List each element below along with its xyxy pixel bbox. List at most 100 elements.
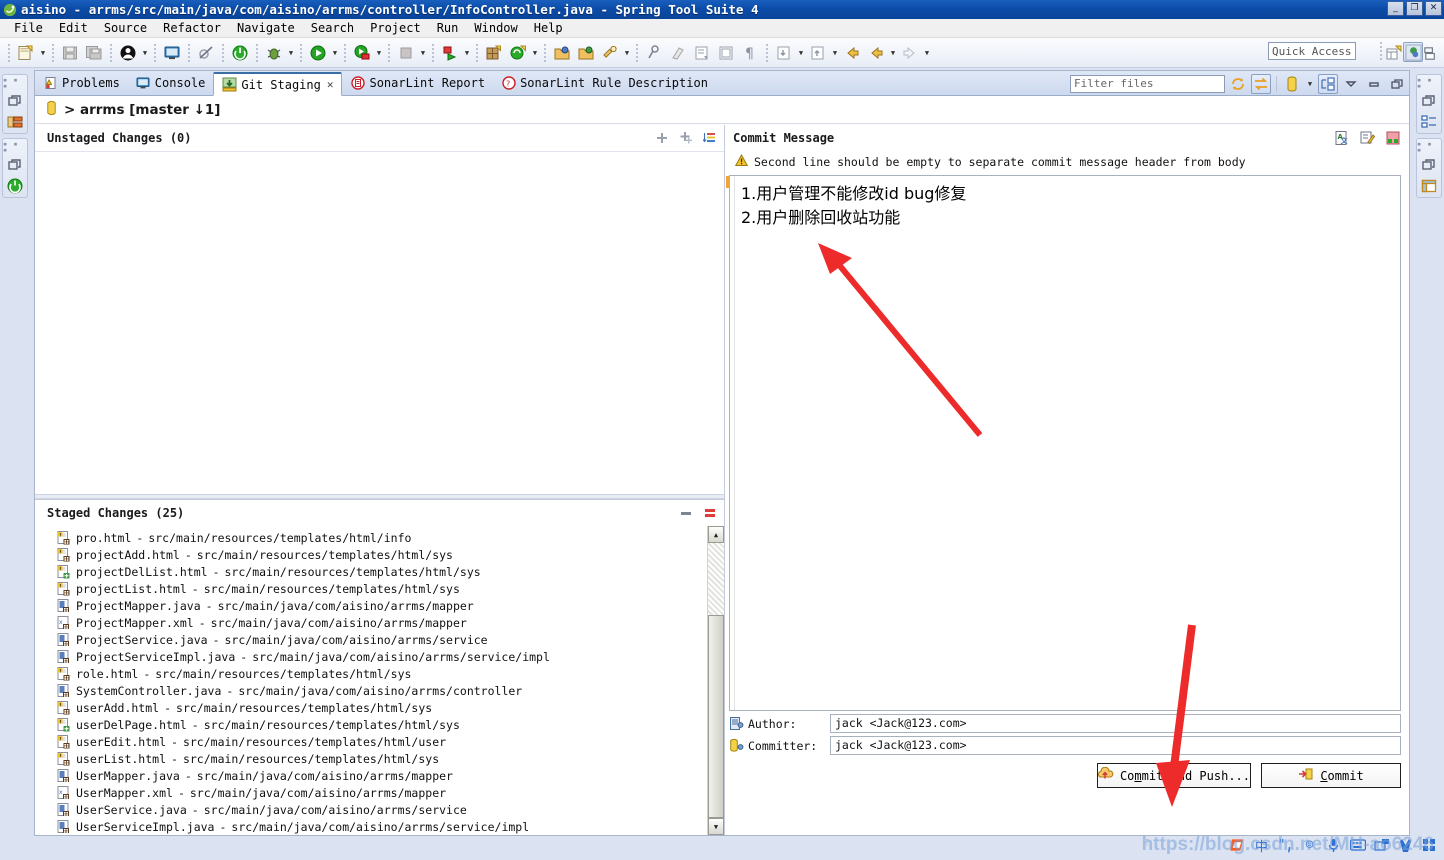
run-dropdown-icon[interactable]: ▼ xyxy=(330,42,340,64)
staged-file-row[interactable]: userList.html - src/main/resources/templat… xyxy=(35,750,707,767)
staged-changes-list[interactable]: pro.html - src/main/resources/templates/ht… xyxy=(35,526,724,835)
stage-icon[interactable] xyxy=(652,128,672,148)
new-package-icon[interactable] xyxy=(483,42,505,64)
tab-sonarlint-report[interactable]: SonarLint Report xyxy=(342,71,493,95)
view-menu-icon[interactable] xyxy=(1341,74,1361,94)
staged-file-row[interactable]: userAdd.html - src/main/resources/template… xyxy=(35,699,707,716)
tab-sonarlint-rule-description[interactable]: ? SonarLint Rule Description xyxy=(493,71,716,95)
spellcheck-icon[interactable]: A 文 xyxy=(1331,128,1351,148)
user-icon[interactable] xyxy=(117,42,139,64)
maximize-icon[interactable] xyxy=(1387,74,1407,94)
back-icon[interactable] xyxy=(841,42,863,64)
stop-dropdown-icon[interactable]: ▼ xyxy=(418,42,428,64)
staged-file-row[interactable]: projectList.html - src/main/resources/temp… xyxy=(35,580,707,597)
staged-file-row[interactable]: ProjectServiceImpl.java - src/main/java/co… xyxy=(35,648,707,665)
backward-dropdown-icon[interactable]: ▼ xyxy=(888,42,898,64)
menu-refactor[interactable]: Refactor xyxy=(155,20,229,36)
ime-voice-icon[interactable] xyxy=(1325,837,1342,854)
drag-handle-dots[interactable]: ▪ ▪ ▪ xyxy=(3,141,27,154)
forward-edit-icon[interactable] xyxy=(807,42,829,64)
outline-icon[interactable] xyxy=(1420,113,1438,131)
repository-icon[interactable] xyxy=(1282,74,1302,94)
skip-breakpoints-icon[interactable] xyxy=(195,42,217,64)
staged-file-row[interactable]: UserMapper.java - src/main/java/com/aisino… xyxy=(35,767,707,784)
debug-dropdown-icon[interactable]: ▼ xyxy=(286,42,296,64)
staged-file-row[interactable]: role.html - src/main/resources/templates/h… xyxy=(35,665,707,682)
new-file-icon[interactable] xyxy=(15,42,37,64)
unstaged-changes-list[interactable] xyxy=(35,151,724,494)
external-tools-dropdown-icon[interactable]: ▼ xyxy=(462,42,472,64)
staged-file-row[interactable]: userEdit.html - src/main/resources/templat… xyxy=(35,733,707,750)
staged-file-row[interactable]: UserService.java - src/main/java/com/aisin… xyxy=(35,801,707,818)
staged-file-row[interactable]: SystemController.java - src/main/java/com/… xyxy=(35,682,707,699)
commit-button[interactable]: Commit xyxy=(1261,763,1401,788)
refresh-icon[interactable] xyxy=(1228,74,1248,94)
sign-off-icon[interactable] xyxy=(1357,128,1377,148)
commit-message-editor[interactable]: 1.用户管理不能修改id bug修复 2.用户删除回收站功能 xyxy=(726,175,1401,711)
chevron-down-icon[interactable]: ▼ xyxy=(1305,73,1315,95)
menu-file[interactable]: File xyxy=(6,20,51,36)
user-dropdown-icon[interactable]: ▼ xyxy=(140,42,150,64)
close-icon[interactable]: ✕ xyxy=(327,78,334,91)
staged-file-row[interactable]: pro.html - src/main/resources/templates/ht… xyxy=(35,529,707,546)
tab-console[interactable]: Console xyxy=(128,71,214,95)
new-window-icon[interactable] xyxy=(1383,42,1405,64)
staged-file-row[interactable]: UserServiceImpl.java - src/main/java/com/a… xyxy=(35,818,707,835)
menu-help[interactable]: Help xyxy=(526,20,571,36)
menu-edit[interactable]: Edit xyxy=(51,20,96,36)
scroll-up-button[interactable]: ▲ xyxy=(708,526,724,543)
commit-and-push-button[interactable]: Commit and Push... xyxy=(1096,763,1251,788)
menu-search[interactable]: Search xyxy=(303,20,362,36)
last-edit-icon[interactable] xyxy=(773,42,795,64)
search-icon[interactable] xyxy=(599,42,621,64)
new-element-icon[interactable] xyxy=(507,42,529,64)
forward-dropdown-icon[interactable]: ▼ xyxy=(922,42,932,64)
staged-file-row[interactable]: x ProjectMapper.xml - src/main/java/com/ais… xyxy=(35,614,707,631)
run-server-icon[interactable] xyxy=(351,42,373,64)
unstage-icon[interactable] xyxy=(676,503,696,523)
staged-file-row[interactable]: projectDelList.html - src/main/resources/t… xyxy=(35,563,707,580)
ime-skin-icon[interactable] xyxy=(1397,837,1414,854)
drag-handle-dots[interactable]: ▪ ▪ ▪ xyxy=(1417,141,1441,154)
minimize-icon[interactable] xyxy=(1364,74,1384,94)
ime-punctuation-icon[interactable]: "̦, xyxy=(1277,837,1294,854)
terminate-icon[interactable] xyxy=(229,42,251,64)
stage-all-icon[interactable] xyxy=(676,128,696,148)
menu-project[interactable]: Project xyxy=(362,20,429,36)
save-all-icon[interactable] xyxy=(83,42,105,64)
committer-field[interactable]: jack <Jack@123.com> xyxy=(830,736,1401,755)
run-server-dropdown-icon[interactable]: ▼ xyxy=(374,42,384,64)
tab-problems[interactable]: Problems xyxy=(35,71,128,95)
clean-icon[interactable] xyxy=(667,42,689,64)
status-drag-dots[interactable]: ⋮ xyxy=(1143,839,1152,847)
close-button[interactable]: ✕ xyxy=(1425,1,1442,16)
open-resource-icon[interactable] xyxy=(575,42,597,64)
menu-source[interactable]: Source xyxy=(96,20,155,36)
pin-icon[interactable] xyxy=(643,42,665,64)
scroll-thumb[interactable] xyxy=(708,615,724,818)
staged-file-row[interactable]: x UserMapper.xml - src/main/java/com/aisino… xyxy=(35,784,707,801)
backward-icon[interactable] xyxy=(865,42,887,64)
staged-file-row[interactable]: ProjectService.java - src/main/java/com/ai… xyxy=(35,631,707,648)
previous-annotation-icon[interactable] xyxy=(715,42,737,64)
forward-icon[interactable] xyxy=(899,42,921,64)
trim-stack-task-list[interactable]: ▪ ▪ ▪ xyxy=(1416,138,1442,198)
open-type-icon[interactable] xyxy=(551,42,573,64)
menu-navigate[interactable]: Navigate xyxy=(229,20,303,36)
stop-icon[interactable] xyxy=(395,42,417,64)
debug-icon[interactable] xyxy=(263,42,285,64)
next-annotation-icon[interactable] xyxy=(691,42,713,64)
staged-file-row[interactable]: userDelPage.html - src/main/resources/temp… xyxy=(35,716,707,733)
switch-repository-icon[interactable] xyxy=(1251,74,1271,94)
new-element-dropdown-icon[interactable]: ▼ xyxy=(530,42,540,64)
ime-keyboard-icon[interactable] xyxy=(1349,837,1366,854)
menu-run[interactable]: Run xyxy=(429,20,467,36)
task-list-icon[interactable] xyxy=(1420,177,1438,195)
last-edit-dropdown-icon[interactable]: ▼ xyxy=(796,42,806,64)
filter-files-input[interactable]: Filter files xyxy=(1070,75,1225,93)
trim-stack-package-explorer[interactable]: ▪ ▪ ▪ xyxy=(2,74,28,134)
search-dropdown-icon[interactable]: ▼ xyxy=(622,42,632,64)
restore-icon[interactable] xyxy=(1420,92,1438,110)
external-tools-icon[interactable] xyxy=(439,42,461,64)
ime-more-icon[interactable] xyxy=(1421,837,1438,854)
